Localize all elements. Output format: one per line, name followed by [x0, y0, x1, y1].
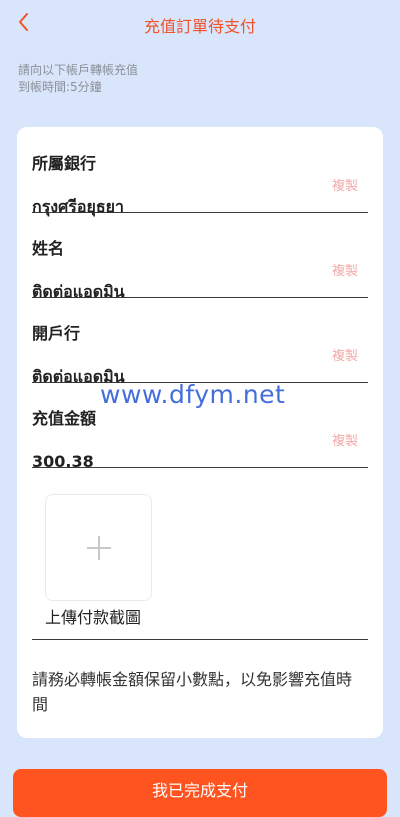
copy-name-button[interactable]: 複製 — [332, 260, 358, 279]
upload-screenshot-button[interactable] — [45, 494, 152, 601]
copy-bank-button[interactable]: 複製 — [332, 175, 358, 194]
upload-label: 上傳付款截圖 — [45, 608, 142, 627]
payment-card: 所屬銀行 複製 กรุงศรีอยุธยา 姓名 複製 ติดต่อแอดมิน… — [17, 127, 383, 738]
transfer-tip: 請務必轉帳金額保留小數點，以免影響充值時間 — [32, 670, 353, 714]
field-amount: 充值金額 複製 300.38 — [32, 382, 368, 471]
divider — [32, 639, 368, 640]
notice-instruction: 請向以下帳戶轉帳充值 — [18, 63, 139, 77]
page-title: 充值訂單待支付 — [143, 17, 256, 36]
transfer-notice: 請向以下帳戶轉帳充值 到帳時間:5分鐘 — [18, 62, 138, 96]
payment-complete-button[interactable]: 我已完成支付 — [13, 769, 387, 817]
top-bar: 充值訂單待支付 — [0, 0, 400, 44]
field-branch: 開戶行 複製 ติดต่อแอดมิน — [32, 297, 368, 386]
field-label: 所屬銀行 — [32, 154, 97, 173]
copy-amount-button[interactable]: 複製 — [332, 430, 358, 449]
field-label: 充值金額 — [32, 409, 97, 428]
field-bank: 所屬銀行 複製 กรุงศรีอยุธยา — [32, 127, 368, 216]
plus-icon — [87, 536, 111, 560]
notice-arrival-time: 到帳時間:5分鐘 — [18, 80, 102, 94]
field-account-name: 姓名 複製 ติดต่อแอดมิน — [32, 212, 368, 301]
copy-branch-button[interactable]: 複製 — [332, 345, 358, 364]
field-label: 開戶行 — [32, 324, 81, 343]
field-label: 姓名 — [32, 239, 65, 258]
field-value: 300.38 — [32, 452, 94, 471]
